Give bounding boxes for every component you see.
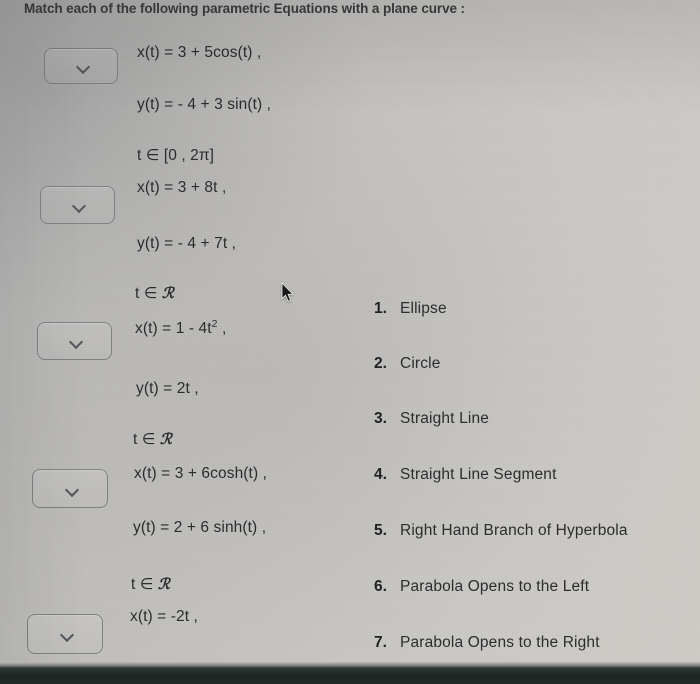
mouse-pointer-icon [281,283,294,302]
option-number: 3. [374,410,387,427]
equation-line-5-base: x(t) = 1 - 4t [135,320,212,337]
equation-line-1: x(t) = 3 + 5cos(t) , [137,44,262,61]
option-number: 4. [374,466,387,483]
option-item-1[interactable]: 1. Ellipse [374,300,447,318]
real-numbers-symbol: ℛ [157,575,170,593]
real-numbers-symbol: ℛ [161,284,174,302]
equation-line-9: x(t) = -2t , [130,608,198,625]
equation-domain-3: t ∈ ℛ [133,430,172,449]
equation-line-6: y(t) = 2t , [136,380,199,397]
equation-line-8: y(t) = 2 + 6 sinh(t) , [133,519,267,536]
option-label: Straight Line Segment [400,466,557,483]
option-item-6[interactable]: 6. Parabola Opens to the Left [374,578,589,596]
equation-domain-4: t ∈ ℛ [131,575,170,594]
domain-t-in: t ∈ [133,431,160,448]
chevron-down-icon [77,62,90,70]
option-number: 5. [374,522,387,539]
equation-line-5-comma: , [217,320,227,337]
option-item-3[interactable]: 3. Straight Line [374,410,489,428]
answer-dropdown-4[interactable] [32,469,108,508]
domain-t-in: t ∈ [135,285,162,302]
option-item-4[interactable]: 4. Straight Line Segment [374,466,557,484]
chevron-down-icon [61,630,74,638]
option-item-2[interactable]: 2. Circle [374,355,441,373]
equation-line-3: x(t) = 3 + 8t , [137,179,227,196]
option-item-5[interactable]: 5. Right Hand Branch of Hyperbola [374,522,628,540]
option-number: 2. [374,355,387,372]
page-title: Match each of the following parametric E… [24,1,465,16]
option-label: Ellipse [400,300,447,317]
equation-line-2: y(t) = - 4 + 3 sin(t) , [137,96,272,113]
option-item-7[interactable]: 7. Parabola Opens to the Right [374,634,600,652]
chevron-down-icon [66,485,79,493]
answer-dropdown-2[interactable] [40,186,115,224]
answer-dropdown-5[interactable] [27,614,103,654]
option-label: Parabola Opens to the Left [400,578,590,595]
option-label: Circle [400,355,441,372]
option-number: 6. [374,578,387,595]
answer-dropdown-3[interactable] [37,322,112,360]
real-numbers-symbol: ℛ [159,430,172,448]
chevron-down-icon [73,201,86,209]
option-label: Straight Line [400,410,489,427]
option-number: 7. [374,634,387,651]
option-label: Right Hand Branch of Hyperbola [400,522,628,539]
option-number: 1. [374,300,387,317]
answer-dropdown-1[interactable] [44,48,118,84]
equation-domain-1: t ∈ [0 , 2π] [137,147,215,164]
device-bezel [0,665,700,684]
chevron-down-icon [70,337,83,345]
option-label: Parabola Opens to the Right [400,634,600,651]
screenshot-root: Match each of the following parametric E… [0,0,700,684]
equation-line-7: x(t) = 3 + 6cosh(t) , [134,465,268,482]
domain-t-in: t ∈ [131,576,158,593]
equation-line-4: y(t) = - 4 + 7t , [137,235,237,252]
equation-line-5: x(t) = 1 - 4t2 , [135,319,227,338]
equation-domain-2: t ∈ ℛ [135,284,174,303]
